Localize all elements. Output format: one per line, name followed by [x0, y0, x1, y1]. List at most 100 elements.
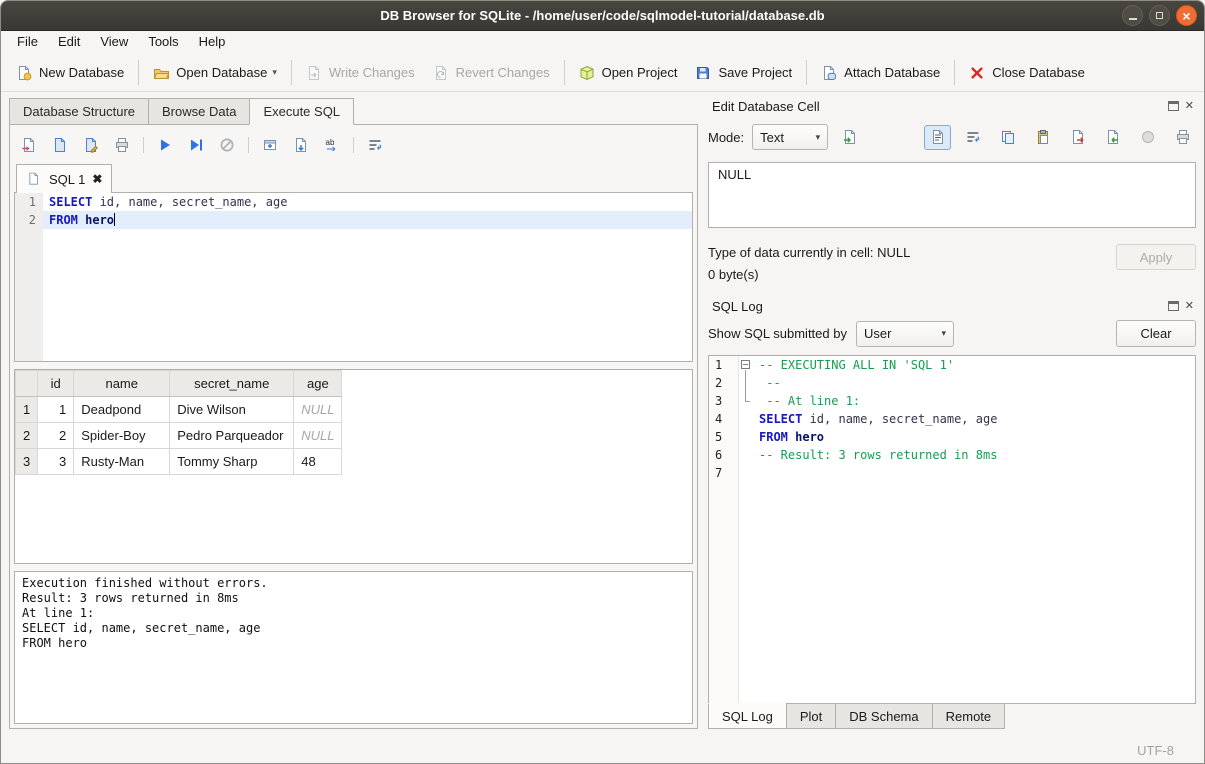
cell-editor[interactable]: NULL [708, 162, 1196, 228]
tab-remote[interactable]: Remote [932, 703, 1006, 729]
code-line: SELECT id, name, secret_name, age [739, 410, 1195, 428]
export-cell-button[interactable] [1064, 125, 1091, 150]
table-cell[interactable]: Spider-Boy [74, 423, 170, 449]
execution-message-area[interactable]: Execution finished without errors.Result… [14, 571, 693, 724]
table-cell[interactable]: 2 [38, 423, 74, 449]
table-cell[interactable]: 1 [38, 397, 74, 423]
table-cell[interactable]: Deadpond [74, 397, 170, 423]
open-database-button[interactable]: Open Database▾ [144, 59, 286, 87]
word-wrap-button[interactable] [362, 133, 388, 157]
text-cursor [114, 213, 115, 226]
table-cell[interactable]: NULL [294, 397, 342, 423]
attach-database-button[interactable]: Attach Database [812, 59, 949, 87]
results-grid[interactable]: idnamesecret_nameage11DeadpondDive Wilso… [14, 369, 693, 564]
tab-close-icon[interactable]: ✖ [92, 172, 102, 186]
column-header-id[interactable]: id [38, 371, 74, 397]
clear-button[interactable]: Clear [1116, 320, 1196, 347]
line-number: 2 [709, 374, 738, 392]
print-cell-icon [1175, 129, 1191, 145]
mode-select[interactable]: Text ▾ [752, 124, 828, 150]
print-button[interactable] [109, 133, 135, 157]
open-database-icon [153, 65, 169, 81]
table-cell[interactable]: Tommy Sharp [170, 449, 294, 475]
table-row: 11DeadpondDive WilsonNULL [16, 397, 342, 423]
paste-button[interactable] [1029, 125, 1056, 150]
close-dock-icon[interactable]: ✕ [1185, 301, 1194, 312]
column-header-secret-name[interactable]: secret_name [170, 371, 294, 397]
menubar: FileEditViewToolsHelp [1, 31, 1204, 54]
copy-button[interactable] [994, 125, 1021, 150]
left-panel: Database StructureBrowse DataExecute SQL… [1, 92, 698, 737]
find-replace-button[interactable]: ab [319, 133, 345, 157]
tab-browse-data[interactable]: Browse Data [148, 98, 250, 125]
column-header-name[interactable]: name [74, 371, 170, 397]
execute-current-line-button[interactable] [183, 133, 209, 157]
import-from-file-button[interactable] [836, 125, 863, 150]
print-icon [114, 137, 130, 153]
save-sql-file-button[interactable] [47, 133, 73, 157]
toolbar-button-label: Write Changes [329, 65, 415, 80]
save-project-icon [695, 65, 711, 81]
print-cell-button[interactable] [1169, 125, 1196, 150]
minimize-button[interactable] [1122, 5, 1143, 26]
text-view-button[interactable] [924, 125, 951, 150]
message-line: FROM hero [22, 636, 685, 651]
tab-sql-1[interactable]: SQL 1 ✖ [16, 164, 112, 193]
close-database-button[interactable]: Close Database [960, 59, 1094, 87]
menu-help[interactable]: Help [189, 31, 236, 54]
import-cell-button[interactable] [1099, 125, 1126, 150]
table-cell[interactable]: Dive Wilson [170, 397, 294, 423]
table-cell[interactable]: 3 [38, 449, 74, 475]
apply-button: Apply [1116, 244, 1196, 270]
maximize-button[interactable] [1149, 5, 1170, 26]
float-dock-icon[interactable] [1168, 101, 1179, 111]
titlebar[interactable]: DB Browser for SQLite - /home/user/code/… [1, 1, 1204, 31]
menu-view[interactable]: View [90, 31, 138, 54]
table-cell[interactable]: NULL [294, 423, 342, 449]
sql-log-code[interactable]: -- EXECUTING ALL IN 'SQL 1' -- -- At lin… [739, 356, 1195, 703]
sql-editor[interactable]: 12 SELECT id, name, secret_name, ageFROM… [14, 192, 693, 362]
tab-execute-sql[interactable]: Execute SQL [249, 98, 354, 125]
open-project-button[interactable]: Open Project [570, 59, 687, 87]
new-database-button[interactable]: New Database [7, 59, 133, 87]
code-line: SELECT id, name, secret_name, age [43, 193, 692, 211]
tab-db-schema[interactable]: DB Schema [835, 703, 932, 729]
fold-marker[interactable] [739, 356, 753, 374]
code-line [739, 464, 1195, 482]
tab-plot[interactable]: Plot [786, 703, 836, 729]
close-button[interactable]: × [1176, 5, 1197, 26]
save-results-button[interactable] [288, 133, 314, 157]
submitter-select[interactable]: User ▾ [856, 321, 954, 347]
word-wrap-button[interactable] [959, 125, 986, 150]
tab-sql-log[interactable]: SQL Log [708, 703, 787, 729]
cell-size-info: 0 byte(s) [708, 264, 1116, 286]
toolbar-separator [248, 137, 249, 153]
table-cell[interactable]: 48 [294, 449, 342, 475]
execute-all-button[interactable] [152, 133, 178, 157]
toolbar-button-label: Open Database [176, 65, 267, 80]
message-line: Execution finished without errors. [22, 576, 685, 591]
open-sql-file-button[interactable] [16, 133, 42, 157]
close-dock-icon[interactable]: ✕ [1185, 101, 1194, 112]
toolbar-separator [954, 60, 955, 85]
row-number: 2 [16, 423, 38, 449]
menu-tools[interactable]: Tools [138, 31, 188, 54]
column-header-age[interactable]: age [294, 371, 342, 397]
table-cell[interactable]: Pedro Parqueador [170, 423, 294, 449]
table-cell[interactable]: Rusty-Man [74, 449, 170, 475]
new-tab-button[interactable] [257, 133, 283, 157]
save-sql-file-as-button[interactable] [78, 133, 104, 157]
row-number: 1 [16, 397, 38, 423]
tab-database-structure[interactable]: Database Structure [9, 98, 149, 125]
save-project-button[interactable]: Save Project [686, 59, 801, 87]
sql-editor-code[interactable]: SELECT id, name, secret_name, ageFROM he… [43, 193, 692, 361]
float-dock-icon[interactable] [1168, 301, 1179, 311]
message-line: Result: 3 rows returned in 8ms [22, 591, 685, 606]
row-number: 3 [16, 449, 38, 475]
sql-log-editor[interactable]: 1234567 -- EXECUTING ALL IN 'SQL 1' -- -… [708, 355, 1196, 704]
line-number: 5 [709, 428, 738, 446]
menu-file[interactable]: File [7, 31, 48, 54]
toolbar-button-label: Attach Database [844, 65, 940, 80]
menu-edit[interactable]: Edit [48, 31, 90, 54]
toolbar-button-label: Open Project [602, 65, 678, 80]
